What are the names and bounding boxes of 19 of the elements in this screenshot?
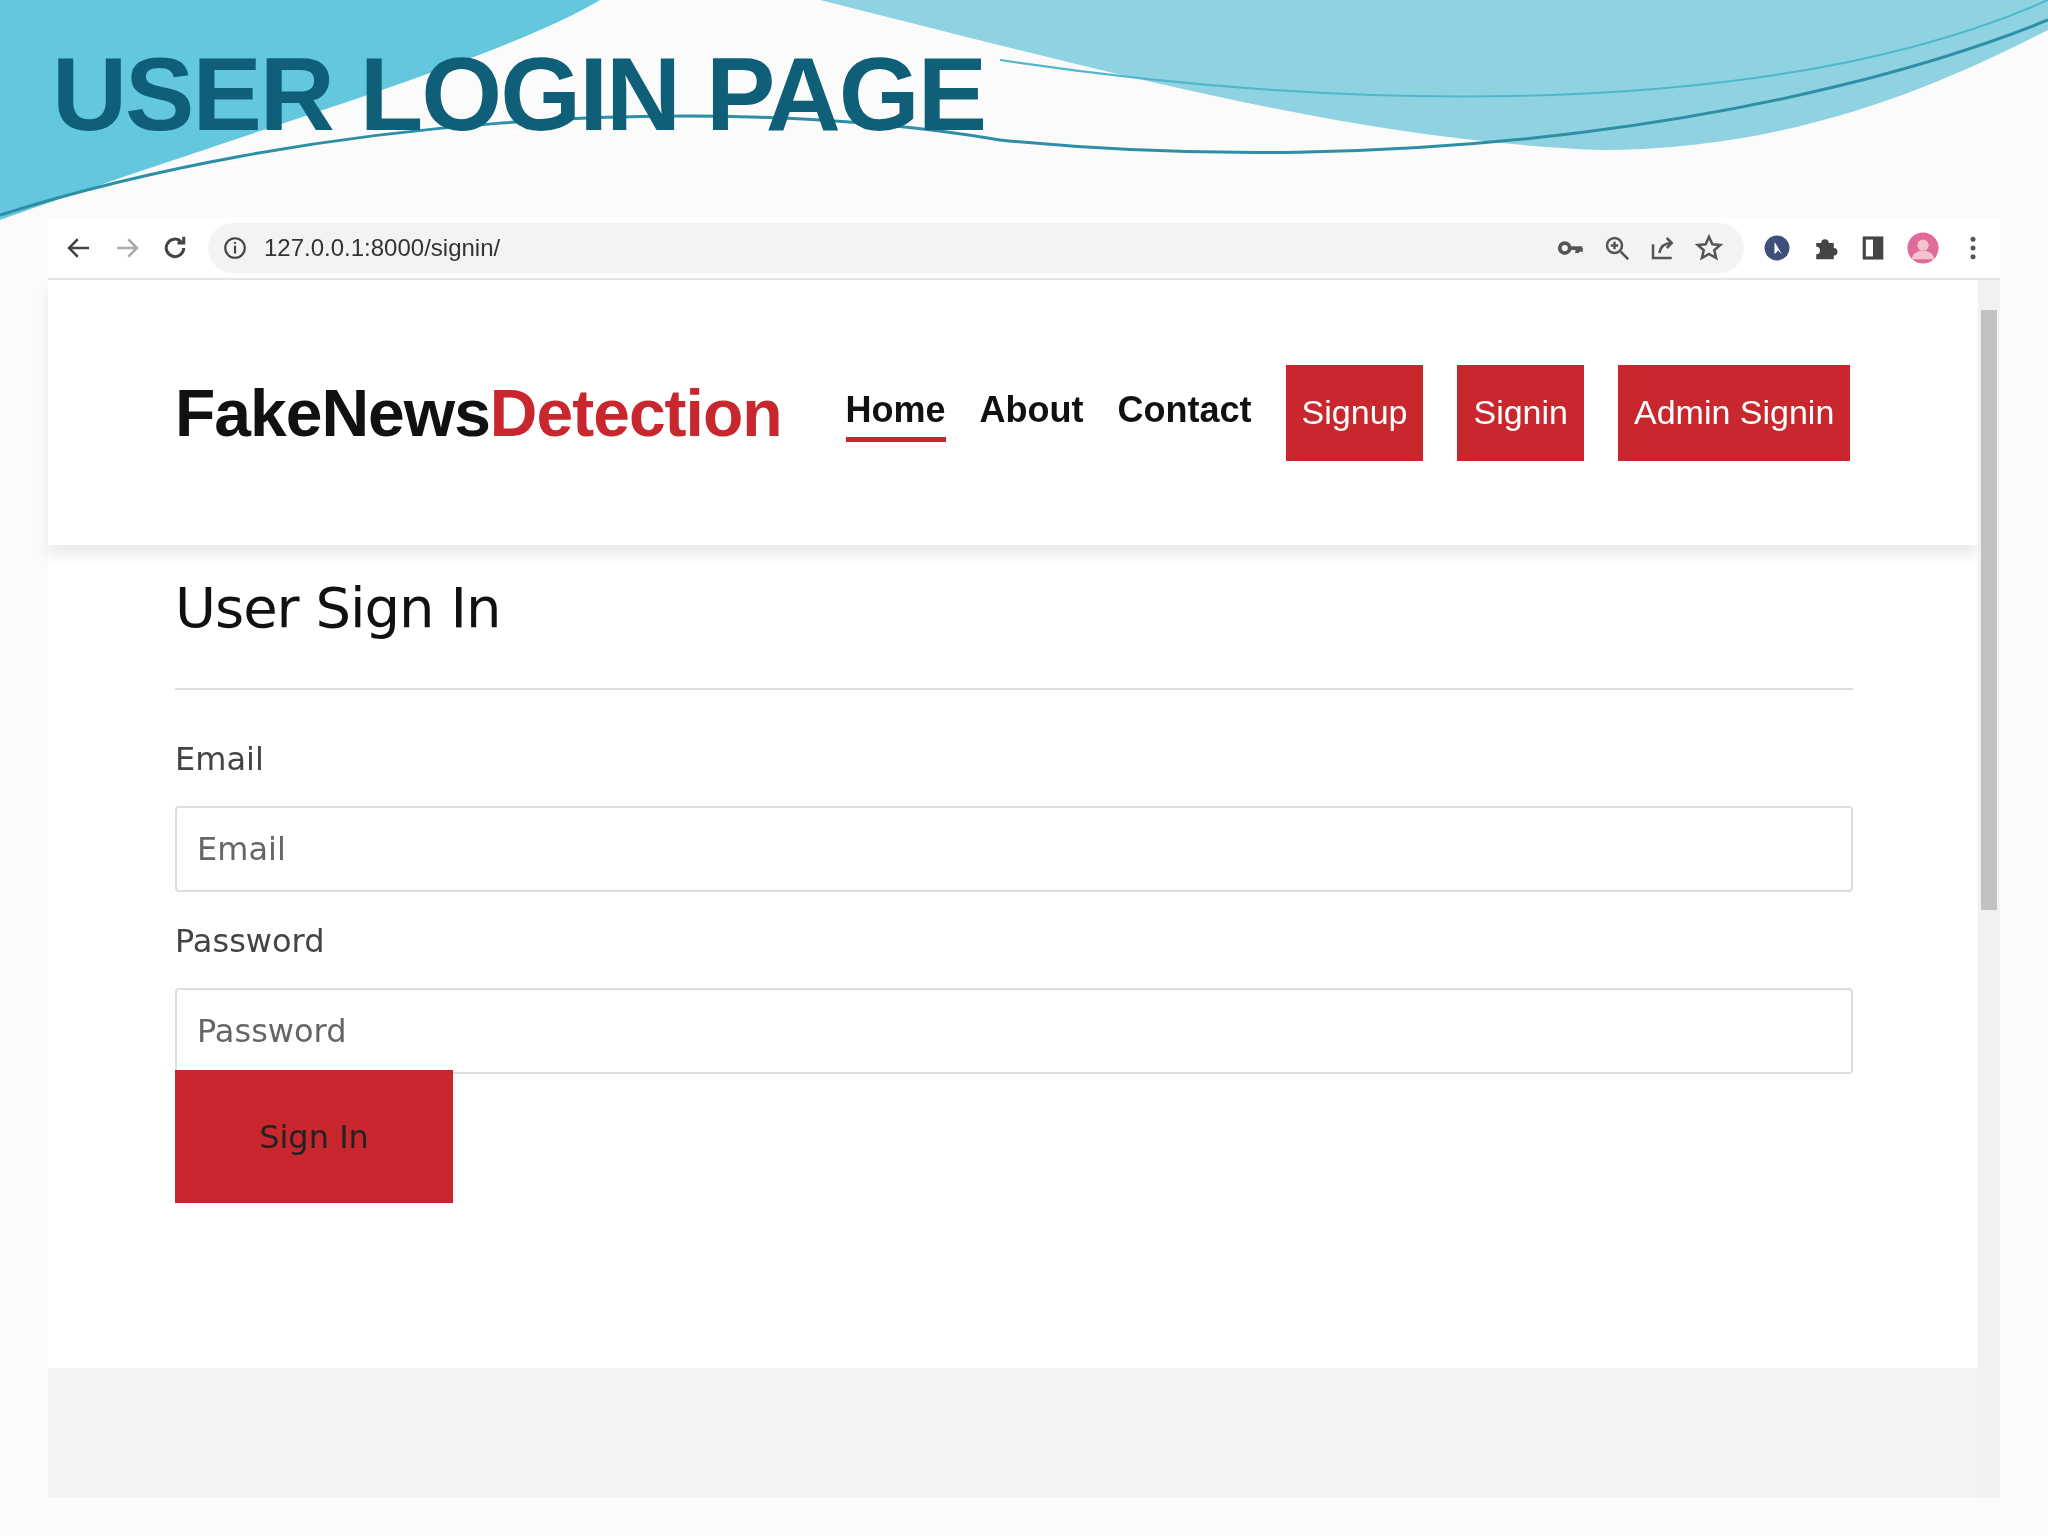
- star-icon[interactable]: [1694, 233, 1724, 263]
- nav-link[interactable]: About: [979, 383, 1084, 442]
- nav-button[interactable]: Admin Signin: [1617, 364, 1851, 461]
- scrollbar[interactable]: [1978, 280, 2000, 1498]
- info-icon: [222, 235, 248, 261]
- avatar-icon[interactable]: [1906, 231, 1940, 265]
- url-text: 127.0.0.1:8000/signin/: [264, 234, 501, 262]
- input-field[interactable]: Email: [175, 806, 1853, 892]
- nav-link[interactable]: Home: [845, 383, 946, 442]
- nav-button[interactable]: Signup: [1285, 364, 1424, 461]
- extension-icon[interactable]: [1762, 233, 1792, 263]
- site-logo[interactable]: FakeNewsDetection: [175, 379, 782, 446]
- form-heading: User Sign In: [175, 575, 501, 640]
- nav-link[interactable]: Contact: [1117, 383, 1252, 442]
- address-bar[interactable]: 127.0.0.1:8000/signin/: [208, 223, 1744, 273]
- field-label: Password: [175, 922, 325, 960]
- field-label: Email: [175, 740, 264, 778]
- input-field[interactable]: Password: [175, 988, 1853, 1074]
- nav-button[interactable]: Signin: [1457, 364, 1584, 461]
